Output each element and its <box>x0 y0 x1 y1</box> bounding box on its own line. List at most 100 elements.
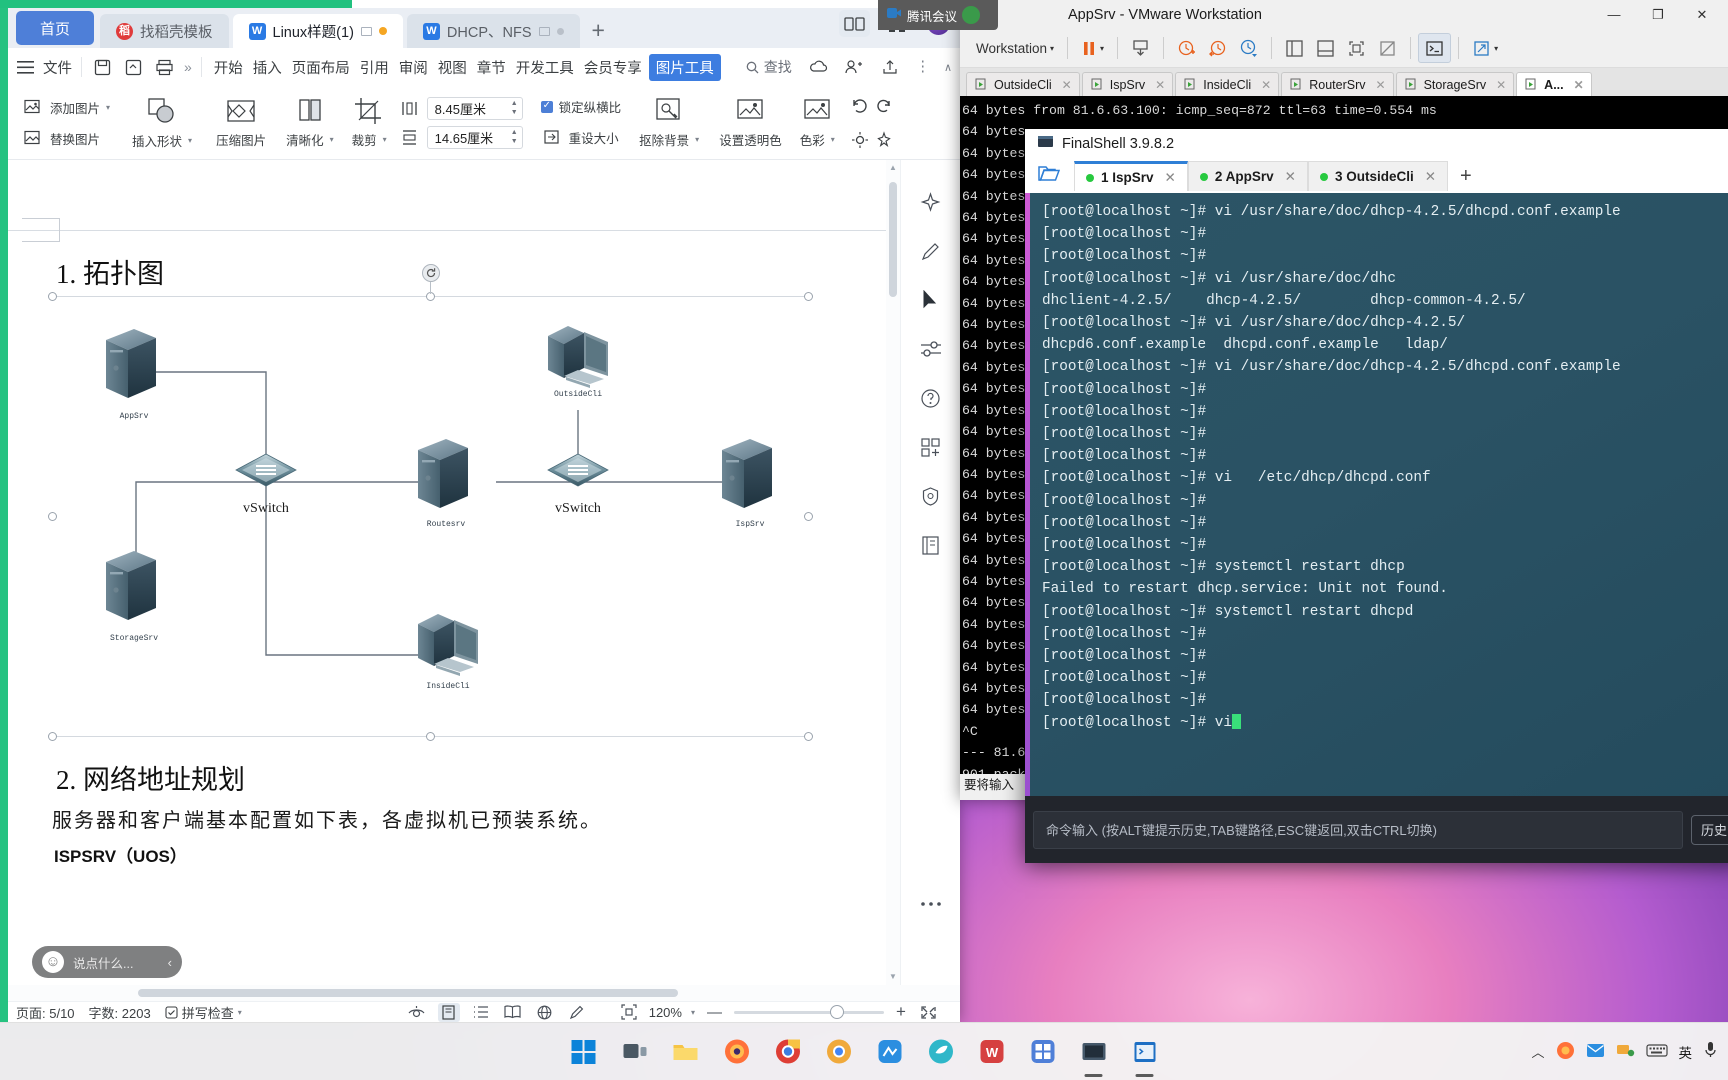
unity-mode-button[interactable] <box>1372 33 1403 63</box>
reset-size-button[interactable]: 重设大小 <box>541 126 619 148</box>
ribbon-insert-shape[interactable]: 插入形状 ▾ <box>118 96 206 150</box>
ribbon-remove-background[interactable]: 抠除背景 ▾ <box>629 97 709 149</box>
wps-search-box[interactable]: 查找 <box>746 57 792 77</box>
close-button[interactable]: ✕ <box>1680 0 1724 29</box>
zoom-out-button[interactable]: — <box>704 1004 725 1021</box>
annotate-icon[interactable] <box>566 1003 588 1022</box>
console-view-button[interactable] <box>1418 33 1452 63</box>
menu-item-member[interactable]: 会员专享 <box>581 55 645 80</box>
print-icon[interactable] <box>153 56 175 78</box>
menu-item-reference[interactable]: 引用 <box>357 55 392 80</box>
vm-tab-routersrv[interactable]: RouterSrv ✕ <box>1281 72 1394 96</box>
minimize-button[interactable]: — <box>1592 0 1636 29</box>
overflow-menu-icon[interactable]: ⋮ <box>915 59 930 75</box>
workstation-menu-button[interactable]: Workstation ▾ <box>970 33 1060 63</box>
chrome-icon[interactable] <box>767 1031 809 1073</box>
save-icon[interactable] <box>91 56 113 78</box>
zoom-slider[interactable] <box>733 1004 884 1019</box>
network-topology-diagram[interactable]: AppSrv StorageSrv vSwitch Routesrv vSwit… <box>58 310 802 730</box>
rotate-handle[interactable] <box>422 264 440 282</box>
fullscreen-icon[interactable] <box>918 1003 940 1022</box>
revert-snapshot-button[interactable] <box>1202 33 1233 63</box>
finalshell-new-tab-button[interactable]: + <box>1448 165 1484 188</box>
folder-open-icon[interactable] <box>1033 164 1074 189</box>
full-screen-button[interactable] <box>1341 33 1372 63</box>
mic-icon[interactable] <box>1703 1041 1718 1062</box>
chevron-up-icon[interactable]: ︿ <box>1531 1042 1544 1061</box>
firefox-icon[interactable] <box>716 1031 758 1073</box>
ribbon-crop[interactable]: 裁剪 ▾ <box>344 97 395 149</box>
picture-width-input[interactable]: 14.65厘米 ▲ ▼ <box>426 125 523 149</box>
ime-language-label[interactable]: 英 <box>1679 1042 1693 1062</box>
show-library-button[interactable] <box>1279 33 1310 63</box>
save-as-icon[interactable] <box>122 56 144 78</box>
fit-page-icon[interactable] <box>618 1003 640 1022</box>
ribbon-set-transparent-color[interactable]: 设置透明色 <box>709 97 792 149</box>
finalshell-tab-appsrv[interactable]: 2 AppSrv ✕ <box>1187 161 1308 191</box>
vm-tab-storagesrv[interactable]: StorageSrv ✕ <box>1395 72 1515 96</box>
finalshell-tab-ispsrv[interactable]: 1 IspSrv ✕ <box>1074 161 1188 191</box>
grid-icon[interactable] <box>1022 1031 1064 1073</box>
split-view-icon[interactable] <box>839 10 870 37</box>
scroll-up-arrow-icon[interactable]: ▲ <box>889 164 897 172</box>
wps-tab-dhcp-nfs[interactable]: W DHCP、NFS <box>406 14 580 48</box>
more-tools-icon[interactable]: » <box>184 59 192 75</box>
file-explorer-icon[interactable] <box>665 1031 707 1073</box>
zoom-slider-knob[interactable] <box>829 1004 844 1019</box>
rotate-icon[interactable] <box>849 95 871 117</box>
toggle-icon[interactable] <box>917 335 945 363</box>
manage-snapshots-button[interactable] <box>1233 33 1264 63</box>
brightness-icon[interactable] <box>849 129 871 151</box>
zoom-in-button[interactable]: + <box>893 1002 909 1022</box>
command-history-button[interactable]: 历史 <box>1690 814 1728 845</box>
tencent-meeting-overlay[interactable]: 腾讯会议 <box>878 0 998 30</box>
vm-tab-appsrv[interactable]: A... ✕ <box>1516 72 1592 96</box>
shield-icon[interactable] <box>917 482 945 510</box>
vm-tab-close-icon-2[interactable]: ✕ <box>1155 78 1165 92</box>
keyboard-icon[interactable] <box>1645 1043 1668 1061</box>
scroll-down-arrow-icon[interactable]: ▼ <box>889 973 897 981</box>
vm-tab-insidecli[interactable]: InsideCli ✕ <box>1175 72 1280 96</box>
outline-view-icon[interactable] <box>470 1003 492 1022</box>
snapshot-manager-button[interactable] <box>1125 33 1156 63</box>
menu-item-view[interactable]: 视图 <box>435 55 470 80</box>
network-icon[interactable] <box>1616 1042 1635 1061</box>
mail-icon[interactable] <box>1586 1043 1605 1061</box>
help-icon[interactable] <box>917 384 945 412</box>
pen-icon[interactable] <box>917 237 945 265</box>
bird-icon[interactable] <box>920 1031 962 1073</box>
windows-start-icon[interactable] <box>563 1031 605 1073</box>
menu-item-picture-tools[interactable]: 图片工具 <box>648 53 721 81</box>
chrome-alt-icon[interactable] <box>818 1031 860 1073</box>
emoji-icon[interactable]: ☺ <box>42 951 64 973</box>
finalshell-terminal[interactable]: [root@localhost ~]# vi /usr/share/doc/dh… <box>1025 193 1728 796</box>
picture-height-input[interactable]: 8.45厘米 ▲ ▼ <box>426 96 523 120</box>
share-icon[interactable] <box>879 56 901 78</box>
menu-item-section[interactable]: 章节 <box>474 55 509 80</box>
vm-tab-close-icon-4[interactable]: ✕ <box>1376 78 1386 92</box>
apps-icon[interactable] <box>917 433 945 461</box>
page-view-icon[interactable] <box>437 1002 460 1022</box>
scrollbar-thumb[interactable] <box>889 182 897 297</box>
ribbon-color[interactable]: 色彩 ▾ <box>792 97 843 149</box>
more-dots-icon[interactable] <box>917 890 945 918</box>
vm-tab-close-icon-1[interactable]: ✕ <box>1062 78 1072 92</box>
finalshell-tab-outsidecli[interactable]: 3 OutsideCli ✕ <box>1307 161 1449 191</box>
vm-tab-close-icon-6[interactable]: ✕ <box>1574 78 1584 92</box>
web-view-icon[interactable] <box>534 1003 556 1022</box>
command-input[interactable]: 命令输入 (按ALT键提示历史,TAB键路径,ESC键返回,双击CTRL切换) <box>1033 810 1683 849</box>
taskview-icon[interactable] <box>614 1031 656 1073</box>
rotate-right-icon[interactable] <box>873 95 895 117</box>
vm-tab-ispsrv[interactable]: IspSrv ✕ <box>1081 72 1174 96</box>
document-vertical-scrollbar[interactable]: ▲ ▼ <box>886 160 900 985</box>
show-thumbnail-bar-button[interactable] <box>1310 33 1341 63</box>
finalshell-tab-close-icon-3[interactable]: ✕ <box>1425 169 1436 185</box>
vmware-icon[interactable] <box>1073 1031 1115 1073</box>
finalshell-icon[interactable] <box>1124 1031 1166 1073</box>
menu-item-devtools[interactable]: 开发工具 <box>513 55 577 80</box>
document-horizontal-scrollbar[interactable] <box>8 985 960 1001</box>
vm-tab-close-icon-5[interactable]: ✕ <box>1496 78 1506 92</box>
firefox-tray-icon[interactable] <box>1556 1041 1575 1063</box>
vm-tab-close-icon-3[interactable]: ✕ <box>1261 78 1271 92</box>
wps-tab-home[interactable]: 首页 <box>16 11 95 45</box>
